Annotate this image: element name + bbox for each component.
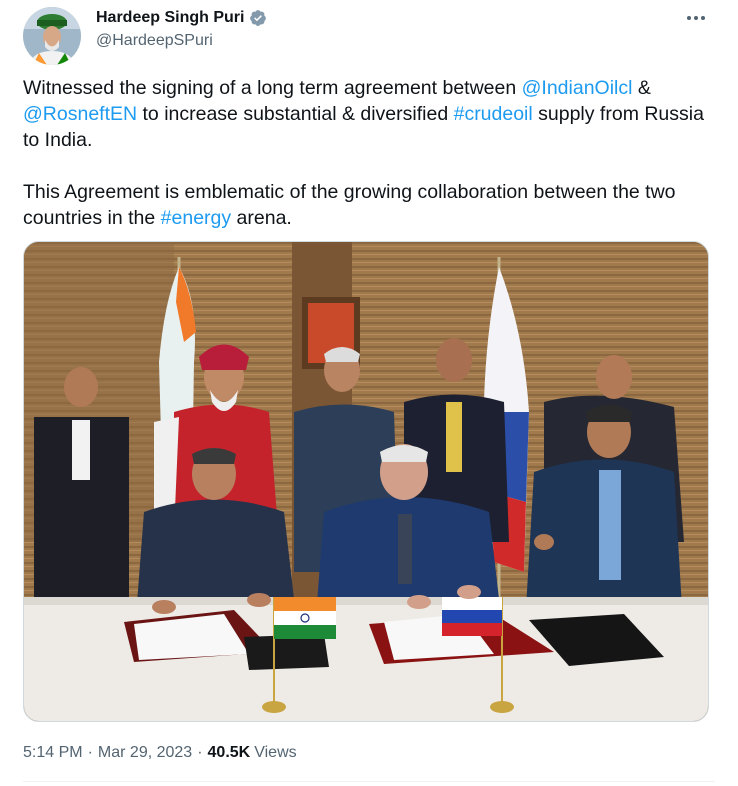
separator-dot: · (87, 744, 93, 761)
text-segment: This Agreement is emblematic of the grow… (23, 181, 676, 229)
text-segment: arena. (231, 207, 292, 229)
author-handle[interactable]: @HardeepSPuri (96, 31, 267, 51)
text-segment: Witnessed the signing of a long term agr… (23, 77, 522, 99)
hashtag-energy-link[interactable]: #energy (161, 207, 231, 229)
tweet-text: Witnessed the signing of a long term agr… (23, 75, 713, 257)
separator-dot: · (197, 744, 203, 761)
agreement-signing-photo (24, 242, 708, 721)
tweet-time[interactable]: 5:14 PM (23, 743, 83, 763)
tweet: Hardeep Singh Puri @HardeepSPuri Witness… (0, 0, 738, 786)
author-avatar[interactable] (23, 7, 81, 65)
text-segment: & (632, 77, 651, 99)
tweet-date[interactable]: Mar 29, 2023 (98, 743, 192, 763)
more-options-icon[interactable] (684, 6, 708, 30)
author-name[interactable]: Hardeep Singh Puri (96, 8, 244, 28)
text-segment: to increase substantial & diversified (137, 103, 454, 125)
tweet-meta: 5:14 PM · Mar 29, 2023 · 40.5K Views (23, 743, 297, 763)
tweet-paragraph-2: This Agreement is emblematic of the grow… (23, 179, 713, 231)
tweet-photo[interactable] (23, 241, 709, 722)
verified-badge-icon[interactable] (249, 9, 267, 27)
tweet-paragraph-1: Witnessed the signing of a long term agr… (23, 75, 713, 153)
mention-rosneften-link[interactable]: @RosneftEN (23, 103, 137, 125)
divider (23, 781, 715, 782)
views-count[interactable]: 40.5K (208, 743, 251, 763)
views-label[interactable]: Views (254, 743, 296, 763)
hashtag-crudeoil-link[interactable]: #crudeoil (454, 103, 533, 125)
author-name-row: Hardeep Singh Puri (96, 8, 267, 28)
mention-indianoilcl-link[interactable]: @IndianOilcl (522, 77, 633, 99)
tweet-header: Hardeep Singh Puri @HardeepSPuri (96, 8, 267, 51)
